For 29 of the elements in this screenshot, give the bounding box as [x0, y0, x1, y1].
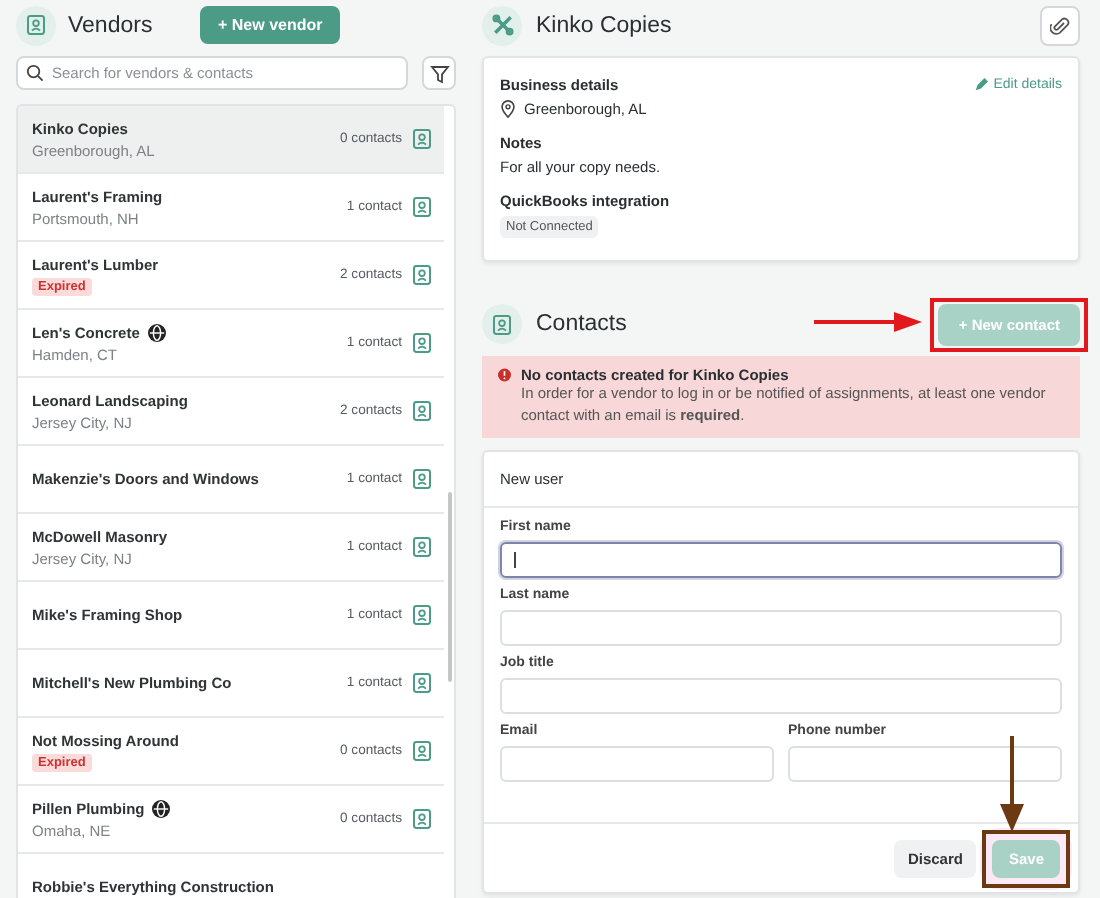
contact-icon: [412, 264, 432, 286]
pencil-icon: [973, 78, 988, 92]
location-pin-icon: [500, 100, 516, 118]
contact-icon: [412, 740, 432, 762]
vendor-title: Kinko Copies: [536, 13, 674, 37]
sidebar-title: Vendors: [68, 13, 155, 37]
annotation-arrow: [814, 311, 923, 331]
contact-icon: [492, 313, 512, 335]
contact-icon: [412, 808, 432, 830]
highlight-frame: [982, 829, 1070, 887]
contact-icon: [412, 468, 432, 490]
contact-icon: [412, 400, 432, 422]
filter-button[interactable]: [422, 56, 456, 90]
contact-icon: [26, 14, 46, 36]
annotation-arrow: [1000, 735, 1025, 831]
contact-icon: [412, 536, 432, 558]
contact-icon: [412, 672, 432, 694]
input-field[interactable]: [500, 542, 1062, 578]
error-icon: [498, 366, 511, 384]
paperclip-icon: [1050, 15, 1070, 35]
contact-icon: [412, 196, 432, 218]
contact-icon: [412, 128, 432, 150]
tools-icon: [491, 14, 513, 36]
contact-icon: [412, 332, 432, 354]
attachment-button[interactable]: [1040, 5, 1080, 45]
text-cursor: [514, 552, 516, 568]
filter-icon: [429, 63, 449, 83]
contact-icon: [412, 604, 432, 626]
contacts-heading: Contacts: [536, 312, 627, 336]
